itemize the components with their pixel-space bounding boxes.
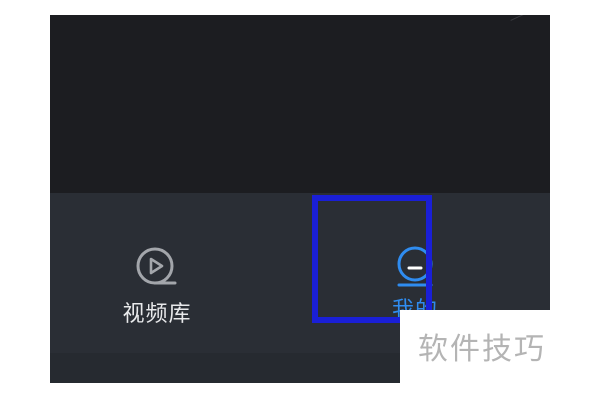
divider xyxy=(510,15,524,21)
play-circle-icon xyxy=(136,247,177,285)
watermark-text: 软件技巧 xyxy=(418,332,546,367)
content-area xyxy=(50,15,550,193)
watermark: 软件技巧 xyxy=(400,310,550,383)
profile-circle-icon xyxy=(397,246,433,287)
tab-video-library-label: 视频库 xyxy=(122,302,192,327)
screenshot-canvas: 视频库 我的 软件技巧 xyxy=(0,0,600,400)
tab-video-library[interactable]: 视频库 xyxy=(72,193,242,343)
